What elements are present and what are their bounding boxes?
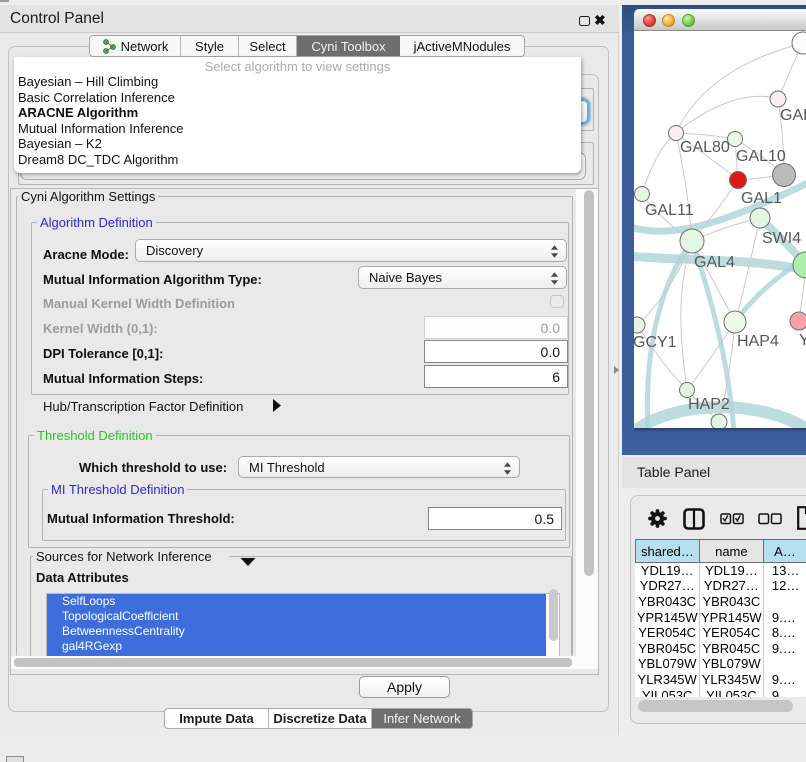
- svg-text:HAP2: HAP2: [688, 396, 730, 413]
- svg-text:Y: Y: [799, 332, 806, 349]
- svg-text:SWI4: SWI4: [762, 230, 801, 247]
- svg-text:GAL1: GAL1: [741, 190, 782, 207]
- svg-text:HAP4: HAP4: [737, 333, 779, 350]
- svg-text:GCY1: GCY1: [634, 334, 677, 351]
- svg-text:GAL11: GAL11: [645, 202, 694, 219]
- svg-text:GAL10: GAL10: [736, 148, 786, 165]
- svg-text:GAL80: GAL80: [680, 139, 730, 156]
- svg-text:GAL: GAL: [780, 107, 806, 124]
- svg-text:GAL4: GAL4: [694, 254, 735, 271]
